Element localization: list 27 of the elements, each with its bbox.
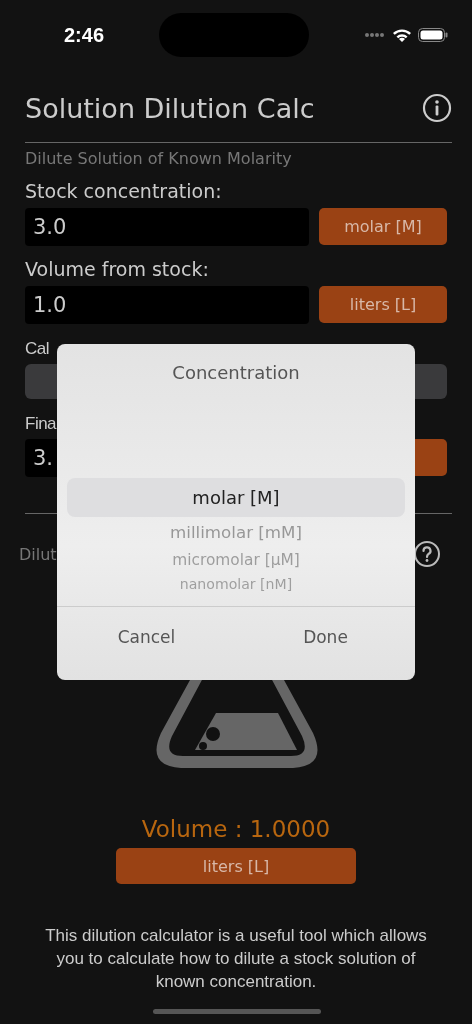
dialog-title: Concentration xyxy=(171,362,301,383)
section-label: Dilut xyxy=(19,544,57,564)
battery-icon xyxy=(418,28,448,42)
app-title: Solution Dilution Calc xyxy=(25,92,315,124)
input-field[interactable]: 1.0 xyxy=(25,286,309,324)
wifi-icon xyxy=(392,27,412,43)
info-icon[interactable] xyxy=(422,93,452,123)
unit-button[interactable]: liters [L] xyxy=(319,286,447,323)
description-text: This dilution calculator is a useful tool which allows you to calculate how to dilute a stock solution of known concentration. xyxy=(44,925,428,993)
unit-button[interactable]: liters [L] xyxy=(116,848,356,884)
picker-option[interactable]: molar [M] xyxy=(67,478,405,517)
picker-option[interactable]: nanomolar [nM] xyxy=(67,573,405,595)
unit-button[interactable]: molar [M] xyxy=(319,208,447,245)
signal-icon xyxy=(364,32,386,38)
field-label: Fina xyxy=(25,414,57,433)
field-label: Volume from stock: xyxy=(25,258,210,280)
section-subtitle: Dilute Solution of Known Molarity xyxy=(25,149,293,168)
picker-option[interactable]: micromolar [μM] xyxy=(67,547,405,573)
input-field[interactable]: 3.0 xyxy=(25,208,309,246)
field-label: Cal xyxy=(25,339,49,358)
dialog-button[interactable]: Cancel xyxy=(57,607,236,667)
field-label: Stock concentration: xyxy=(25,180,223,202)
volume-result: Volume : 1.0000 xyxy=(140,816,332,842)
picker-option[interactable]: millimolar [mM] xyxy=(67,517,405,547)
status-time: 2:46 xyxy=(64,23,105,47)
help-icon[interactable] xyxy=(413,540,441,568)
dialog-button[interactable]: Done xyxy=(236,607,415,667)
